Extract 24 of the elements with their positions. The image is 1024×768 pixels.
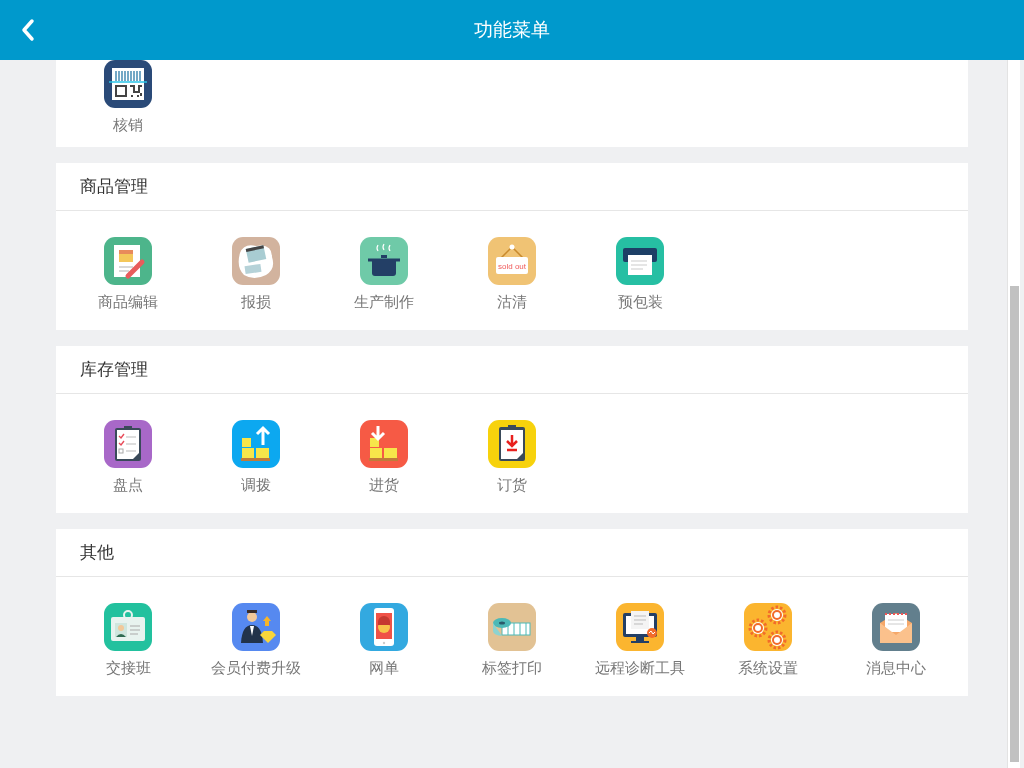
- menu-item[interactable]: 调拨: [192, 420, 320, 495]
- menu-item[interactable]: 报损: [192, 237, 320, 312]
- scrollbar-thumb[interactable]: [1010, 286, 1019, 762]
- section-title: 商品管理: [80, 175, 148, 198]
- menu-item[interactable]: 商品编辑: [64, 237, 192, 312]
- hanging-sign-icon: sold out: [488, 237, 536, 285]
- menu-item[interactable]: 交接班: [64, 603, 192, 678]
- menu-item[interactable]: 远程诊断工具: [576, 603, 704, 678]
- section-title: 其他: [80, 541, 114, 564]
- menu-item[interactable]: 系统设置: [704, 603, 832, 678]
- menu-item[interactable]: 网单: [320, 603, 448, 678]
- menu-item[interactable]: 消息中心: [832, 603, 960, 678]
- menu-item[interactable]: 标签打印: [448, 603, 576, 678]
- menu-item[interactable]: 预包装: [576, 237, 704, 312]
- menu-item[interactable]: 核销: [64, 60, 192, 135]
- menu-item[interactable]: 盘点: [64, 420, 192, 495]
- page-title: 功能菜单: [474, 17, 550, 42]
- chevron-left-icon: [20, 18, 36, 42]
- menu-item[interactable]: sold out 沽清: [448, 237, 576, 312]
- menu-item[interactable]: 会员付费升级: [192, 603, 320, 678]
- menu-item[interactable]: 进货: [320, 420, 448, 495]
- section-title: 库存管理: [80, 358, 148, 381]
- menu-item[interactable]: 生产制作: [320, 237, 448, 312]
- menu-item[interactable]: 订货: [448, 420, 576, 495]
